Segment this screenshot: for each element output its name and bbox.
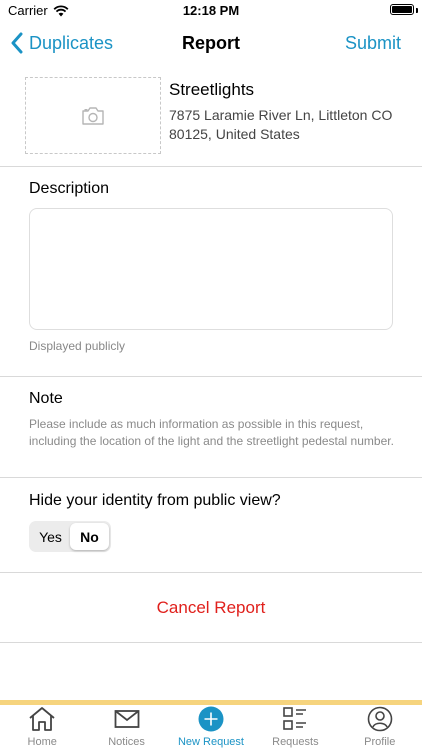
add-photo-button[interactable] — [25, 77, 161, 154]
description-heading: Description — [29, 180, 110, 197]
note-body: Please include as much information as po… — [29, 417, 394, 448]
note-section: Note Please include as much information … — [0, 377, 422, 478]
tab-notices-label: Notices — [108, 736, 145, 748]
tab-profile[interactable]: Profile — [338, 705, 422, 750]
tab-home-label: Home — [27, 736, 57, 748]
description-hint: Displayed publicly — [29, 339, 126, 353]
status-time: 12:18 PM — [182, 3, 240, 18]
plus-circle-icon — [198, 706, 224, 732]
service-address: 7875 Laramie River Ln, Littleton CO 8012… — [169, 107, 393, 142]
note-heading: Note — [29, 390, 63, 407]
back-button[interactable]: Duplicates — [10, 32, 113, 54]
submit-button[interactable]: Submit — [345, 33, 401, 54]
cancel-section: Cancel Report — [0, 573, 422, 643]
identity-section: Hide your identity from public view? Yes… — [0, 478, 422, 573]
identity-yes-option[interactable]: Yes — [31, 523, 70, 550]
tab-profile-label: Profile — [364, 736, 396, 748]
service-name: Streetlights — [169, 80, 255, 99]
tab-new-request[interactable]: New Request — [169, 705, 253, 750]
back-label: Duplicates — [29, 32, 114, 53]
tab-notices[interactable]: Notices — [84, 705, 168, 750]
tab-new-request-label: New Request — [177, 736, 244, 748]
tab-home[interactable]: Home — [0, 705, 84, 750]
service-header: Streetlights 7875 Laramie River Ln, Litt… — [0, 77, 422, 167]
envelope-icon — [114, 710, 139, 728]
battery-cap — [416, 8, 418, 13]
description-field[interactable] — [29, 208, 393, 330]
person-circle-icon — [367, 706, 393, 732]
camera-icon — [82, 106, 104, 125]
description-section: Description Displayed publicly — [0, 167, 422, 377]
identity-toggle: Yes No — [29, 521, 111, 552]
house-icon — [29, 707, 55, 731]
navigation-bar: Duplicates Report Submit — [0, 22, 422, 66]
battery-icon — [390, 4, 414, 15]
tab-requests[interactable]: Requests — [253, 705, 337, 750]
list-icon — [283, 707, 307, 730]
identity-question: Hide your identity from public view? — [29, 492, 281, 509]
chevron-left-icon — [11, 32, 23, 54]
status-bar: Carrier 12:18 PM — [0, 0, 422, 22]
tab-bar: Home Notices New Request Requests Profil… — [0, 705, 422, 750]
identity-no-option[interactable]: No — [70, 523, 109, 550]
cancel-report-button[interactable]: Cancel Report — [0, 598, 422, 618]
tab-requests-label: Requests — [272, 736, 319, 748]
